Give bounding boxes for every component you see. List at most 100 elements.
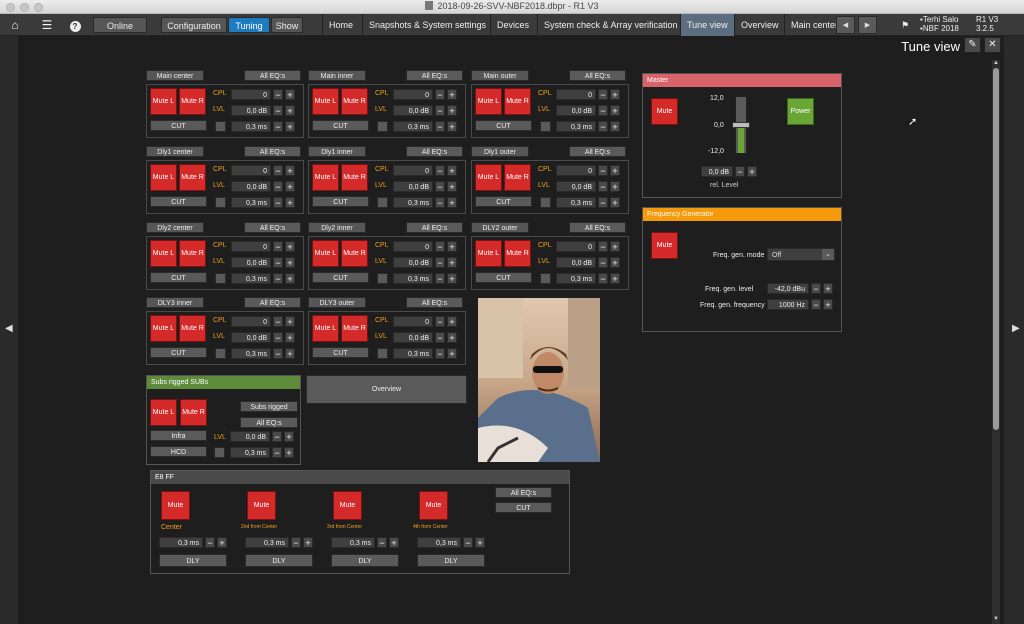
tab-home[interactable]: Home	[322, 14, 359, 36]
cpl-value[interactable]: 0	[393, 89, 433, 100]
group-all-eqs-button[interactable]: All EQ:s	[244, 222, 301, 233]
delay-plus-button[interactable]: +	[447, 121, 457, 132]
mute-l-button[interactable]: Mute L	[475, 164, 502, 191]
freqgen-frequency-plus-button[interactable]: +	[823, 299, 833, 310]
help-icon[interactable]: ?	[66, 16, 84, 34]
online-button[interactable]: Online	[93, 17, 147, 33]
subs-delay-toggle[interactable]	[214, 447, 225, 458]
delay-plus-button[interactable]: +	[285, 348, 295, 359]
lvl-plus-button[interactable]: +	[447, 181, 457, 192]
delay-toggle[interactable]	[215, 197, 226, 208]
cpl-value[interactable]: 0	[393, 241, 433, 252]
e8-delay-minus-button[interactable]: −	[463, 537, 473, 548]
delay-value[interactable]: 0,3 ms	[556, 273, 596, 284]
e8-delay-minus-button[interactable]: −	[377, 537, 387, 548]
mode-show-button[interactable]: Show	[271, 17, 303, 33]
delay-plus-button[interactable]: +	[610, 273, 620, 284]
chevron-down-icon[interactable]: ⌄	[822, 249, 834, 260]
delay-minus-button[interactable]: −	[598, 273, 608, 284]
tab-main-center[interactable]: Main center	[784, 14, 836, 36]
delay-toggle[interactable]	[215, 121, 226, 132]
master-power-button[interactable]: Power	[787, 98, 814, 125]
mute-l-button[interactable]: Mute L	[312, 315, 339, 342]
group-name-label[interactable]: Main inner	[308, 70, 366, 81]
delay-toggle[interactable]	[540, 121, 551, 132]
e8-delay-value[interactable]: 0,3 ms	[159, 537, 203, 548]
cpl-plus-button[interactable]: +	[285, 89, 295, 100]
scroll-up-icon[interactable]: ▲	[992, 60, 1000, 66]
lvl-minus-button[interactable]: −	[435, 105, 445, 116]
lvl-minus-button[interactable]: −	[435, 181, 445, 192]
delay-toggle[interactable]	[377, 273, 388, 284]
mute-r-button[interactable]: Mute R	[504, 88, 531, 115]
lvl-plus-button[interactable]: +	[610, 181, 620, 192]
delay-minus-button[interactable]: −	[435, 121, 445, 132]
cpl-plus-button[interactable]: +	[447, 165, 457, 176]
subs-mute-l-button[interactable]: Mute L	[150, 399, 177, 426]
e8-dly-button[interactable]: DLY	[159, 554, 227, 567]
group-name-label[interactable]: Dly1 center	[146, 146, 204, 157]
cpl-plus-button[interactable]: +	[285, 165, 295, 176]
cpl-plus-button[interactable]: +	[610, 165, 620, 176]
subs-rigged-button[interactable]: Subs rigged	[240, 401, 298, 412]
lvl-value[interactable]: 0,0 dB	[393, 181, 433, 192]
group-all-eqs-button[interactable]: All EQ:s	[244, 70, 301, 81]
e8-delay-plus-button[interactable]: +	[217, 537, 227, 548]
tab-snapshots-system-settings[interactable]: Snapshots & System settings	[362, 14, 492, 36]
cpl-plus-button[interactable]: +	[285, 316, 295, 327]
cut-button[interactable]: CUT	[475, 120, 532, 131]
delay-plus-button[interactable]: +	[610, 121, 620, 132]
e8-cut-button[interactable]: CUT	[495, 502, 552, 513]
subs-hcd-button[interactable]: HCD	[150, 446, 207, 457]
tab-overview[interactable]: Overview	[734, 14, 785, 36]
group-all-eqs-button[interactable]: All EQ:s	[244, 297, 301, 308]
lvl-value[interactable]: 0,0 dB	[231, 257, 271, 268]
delay-toggle[interactable]	[215, 348, 226, 359]
cpl-minus-button[interactable]: −	[598, 165, 608, 176]
mute-r-button[interactable]: Mute R	[179, 164, 206, 191]
cut-button[interactable]: CUT	[475, 196, 532, 207]
freqgen-mute-button[interactable]: Mute	[651, 232, 678, 259]
overview-button[interactable]: Overview	[306, 375, 467, 404]
delay-minus-button[interactable]: −	[273, 121, 283, 132]
freqgen-level-value[interactable]: -42,0 dBu	[767, 283, 809, 294]
master-mute-button[interactable]: Mute	[651, 98, 678, 125]
cpl-plus-button[interactable]: +	[447, 89, 457, 100]
mute-l-button[interactable]: Mute L	[150, 164, 177, 191]
delay-minus-button[interactable]: −	[598, 121, 608, 132]
mute-l-button[interactable]: Mute L	[150, 240, 177, 267]
lvl-value[interactable]: 0,0 dB	[556, 181, 596, 192]
cpl-minus-button[interactable]: −	[435, 316, 445, 327]
group-name-label[interactable]: Dly1 outer	[471, 146, 529, 157]
home-icon[interactable]: ⌂	[6, 16, 24, 34]
lvl-value[interactable]: 0,0 dB	[556, 105, 596, 116]
e8-dly-button[interactable]: DLY	[417, 554, 485, 567]
lvl-value[interactable]: 0,0 dB	[393, 105, 433, 116]
delay-value[interactable]: 0,3 ms	[231, 197, 271, 208]
freqgen-level-minus-button[interactable]: −	[811, 283, 821, 294]
delay-plus-button[interactable]: +	[447, 348, 457, 359]
e8-mute-button[interactable]: Mute	[161, 491, 190, 520]
group-name-label[interactable]: Dly1 inner	[308, 146, 366, 157]
freqgen-level-plus-button[interactable]: +	[823, 283, 833, 294]
delay-toggle[interactable]	[540, 197, 551, 208]
delay-toggle[interactable]	[377, 121, 388, 132]
delay-plus-button[interactable]: +	[610, 197, 620, 208]
group-all-eqs-button[interactable]: All EQ:s	[406, 222, 463, 233]
lvl-value[interactable]: 0,0 dB	[231, 105, 271, 116]
cpl-value[interactable]: 0	[556, 165, 596, 176]
mute-l-button[interactable]: Mute L	[475, 240, 502, 267]
mute-r-button[interactable]: Mute R	[341, 88, 368, 115]
cut-button[interactable]: CUT	[312, 120, 369, 131]
delay-minus-button[interactable]: −	[273, 273, 283, 284]
lvl-plus-button[interactable]: +	[285, 257, 295, 268]
cpl-value[interactable]: 0	[231, 89, 271, 100]
delay-toggle[interactable]	[377, 348, 388, 359]
cut-button[interactable]: CUT	[475, 272, 532, 283]
lvl-value[interactable]: 0,0 dB	[231, 332, 271, 343]
tab-tune-view[interactable]: Tune view	[680, 14, 734, 36]
e8-dly-button[interactable]: DLY	[245, 554, 313, 567]
delay-plus-button[interactable]: +	[285, 121, 295, 132]
e8-delay-minus-button[interactable]: −	[291, 537, 301, 548]
lvl-plus-button[interactable]: +	[285, 181, 295, 192]
